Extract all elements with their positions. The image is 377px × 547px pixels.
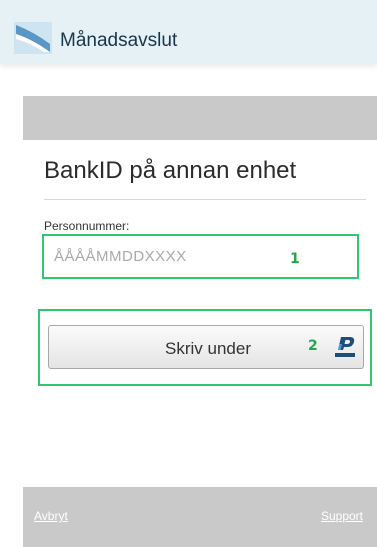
annotation-marker-2: 2 [308,338,318,354]
bankid-icon [332,334,358,360]
support-link[interactable]: Support [321,509,363,523]
personnummer-label: Personnummer: [44,219,130,233]
sign-highlight-frame: Skriv under 2 [38,309,372,386]
annotation-marker-1: 1 [290,251,300,267]
personnummer-input[interactable] [44,236,284,277]
sign-button[interactable]: Skriv under 2 [48,325,364,369]
card-topbar [23,96,377,140]
personnummer-field: 1 [42,234,359,279]
brand-logo-icon [14,22,52,54]
cancel-link[interactable]: Avbryt [34,509,68,523]
app-title: Månadsavslut [60,30,178,51]
page-title: BankID på annan enhet [44,157,297,184]
app-header: Månadsavslut [0,0,377,64]
divider [44,199,366,200]
sign-button-label: Skriv under [165,339,251,358]
card-footer: Avbryt Support [23,487,377,547]
bankid-card: BankID på annan enhet Personnummer: 1 Sk… [23,140,377,487]
